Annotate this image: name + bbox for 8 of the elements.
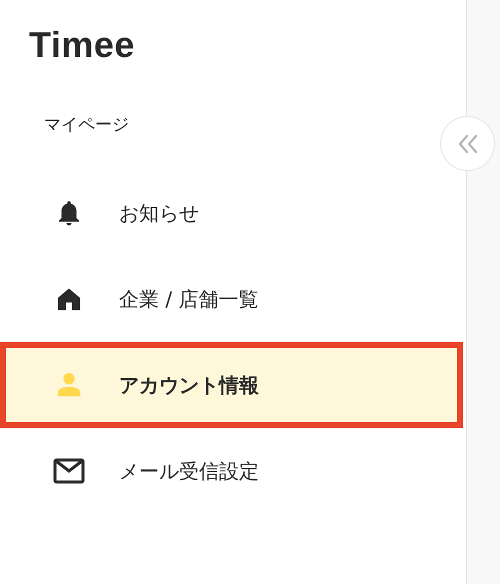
menu-item[interactable]: お知らせ [0,170,463,256]
mail-icon [53,458,85,484]
menu-item[interactable]: 企業 / 店舗一覧 [0,256,463,342]
menu-item[interactable]: メール受信設定 [0,428,463,514]
section-title: マイページ [44,115,129,135]
menu-item[interactable]: アカウント情報 [0,342,463,428]
logo[interactable]: Timee [29,0,135,65]
double-chevron-icon [456,134,478,154]
